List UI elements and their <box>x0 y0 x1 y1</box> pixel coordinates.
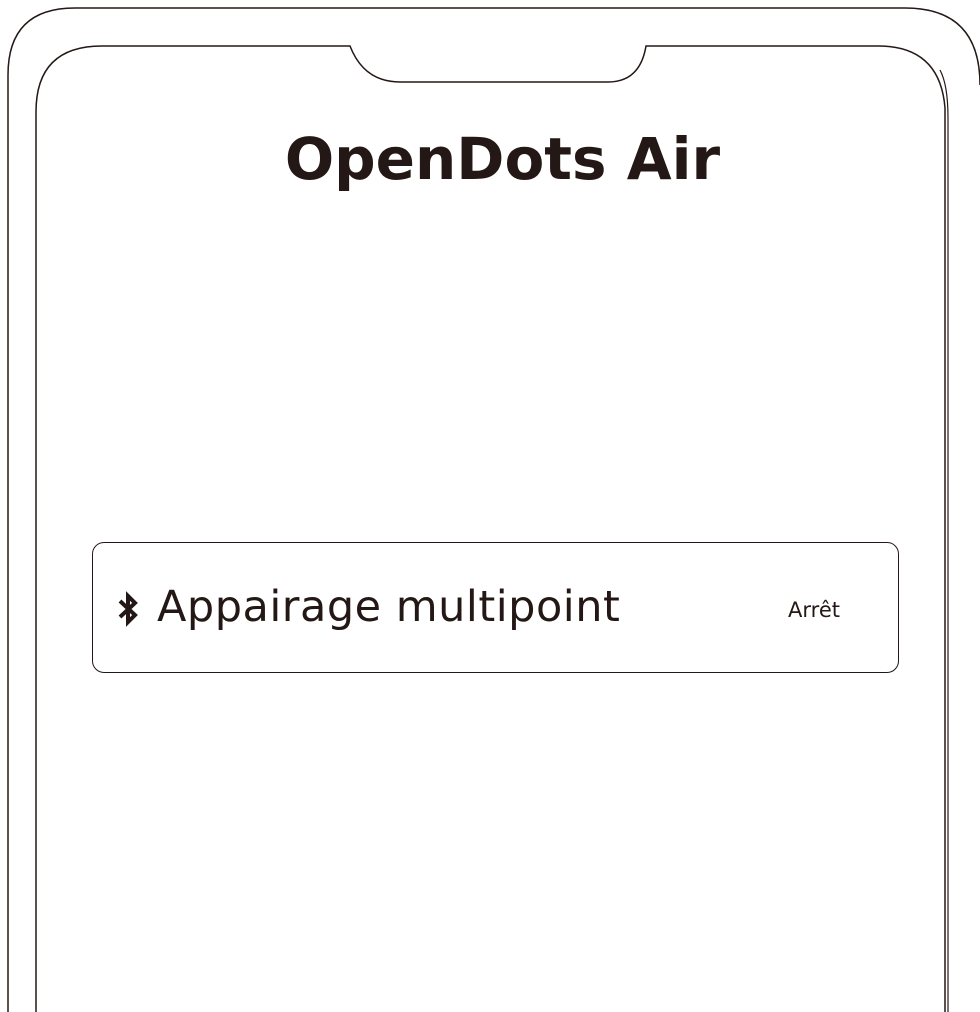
multipoint-pairing-label: Appairage multipoint <box>157 582 621 632</box>
bluetooth-icon <box>118 591 138 627</box>
app-screen: OpenDots Air Appairage multipoint Arrêt <box>0 0 980 1012</box>
multipoint-pairing-value: Arrêt <box>788 598 840 622</box>
multipoint-pairing-row[interactable]: Appairage multipoint Arrêt <box>92 542 899 673</box>
app-title: OpenDots Air <box>284 125 721 193</box>
